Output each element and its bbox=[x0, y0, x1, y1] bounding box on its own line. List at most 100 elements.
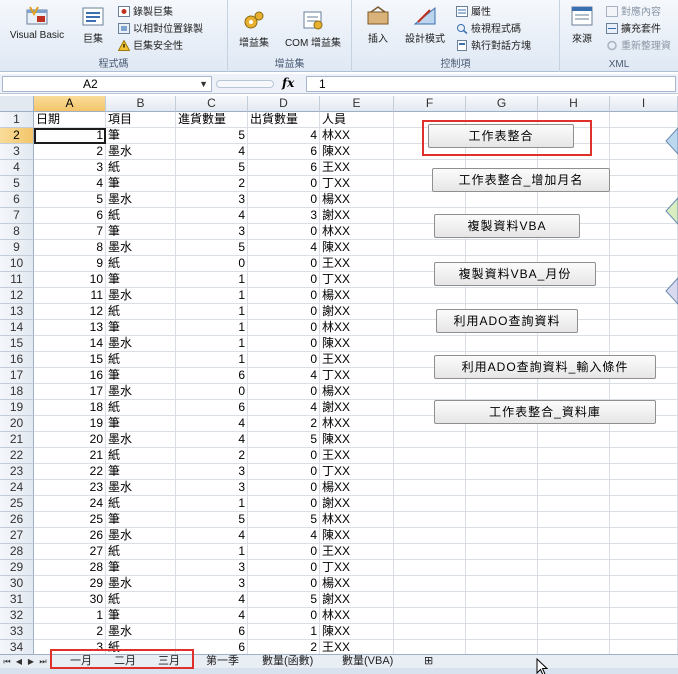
table-cell[interactable]: 0 bbox=[248, 176, 320, 192]
table-cell[interactable] bbox=[610, 544, 678, 560]
table-cell[interactable] bbox=[538, 624, 610, 640]
table-cell[interactable] bbox=[538, 448, 610, 464]
table-cell[interactable] bbox=[610, 432, 678, 448]
last-sheet-icon[interactable]: ⏭ bbox=[38, 655, 48, 668]
table-cell[interactable]: 17 bbox=[34, 384, 106, 400]
table-cell[interactable] bbox=[610, 592, 678, 608]
row-header[interactable]: 29 bbox=[0, 560, 34, 576]
table-cell[interactable]: 筆 bbox=[106, 464, 176, 480]
table-cell[interactable] bbox=[394, 432, 466, 448]
table-cell[interactable]: 王XX bbox=[320, 352, 394, 368]
sheet-tab[interactable]: 數量(函數) bbox=[258, 655, 317, 668]
table-cell[interactable]: 3 bbox=[176, 464, 248, 480]
table-cell[interactable] bbox=[394, 560, 466, 576]
table-cell[interactable] bbox=[538, 288, 610, 304]
row-header[interactable]: 10 bbox=[0, 256, 34, 272]
column-header-b[interactable]: B bbox=[106, 96, 176, 112]
table-cell[interactable]: 6 bbox=[176, 624, 248, 640]
table-cell[interactable] bbox=[538, 464, 610, 480]
relative-refs-button[interactable]: 以相對位置錄製 bbox=[118, 23, 203, 37]
table-cell[interactable] bbox=[610, 320, 678, 336]
table-cell[interactable]: 3 bbox=[176, 576, 248, 592]
table-cell[interactable]: 2 bbox=[176, 176, 248, 192]
table-cell[interactable] bbox=[466, 480, 538, 496]
table-cell[interactable] bbox=[538, 384, 610, 400]
name-box[interactable]: A2 ▼ bbox=[2, 76, 212, 92]
table-cell[interactable]: 丁XX bbox=[320, 272, 394, 288]
column-header-d[interactable]: D bbox=[248, 96, 320, 112]
flowchart-shape[interactable] bbox=[664, 196, 678, 226]
table-cell[interactable]: 4 bbox=[176, 416, 248, 432]
table-cell[interactable]: 王XX bbox=[320, 544, 394, 560]
table-cell[interactable]: 5 bbox=[248, 592, 320, 608]
table-cell[interactable]: 0 bbox=[248, 480, 320, 496]
table-cell[interactable]: 筆 bbox=[106, 512, 176, 528]
table-cell[interactable]: 7 bbox=[34, 224, 106, 240]
table-cell[interactable]: 紙 bbox=[106, 544, 176, 560]
column-header-e[interactable]: E bbox=[320, 96, 394, 112]
table-cell[interactable]: 墨水 bbox=[106, 528, 176, 544]
table-cell[interactable]: 21 bbox=[34, 448, 106, 464]
table-cell[interactable]: 楊XX bbox=[320, 288, 394, 304]
table-cell[interactable]: 23 bbox=[34, 480, 106, 496]
table-cell[interactable]: 林XX bbox=[320, 320, 394, 336]
row-header[interactable]: 6 bbox=[0, 192, 34, 208]
table-cell[interactable] bbox=[538, 496, 610, 512]
table-cell[interactable]: 1 bbox=[176, 272, 248, 288]
table-cell[interactable] bbox=[610, 560, 678, 576]
design-mode-button[interactable]: 設計模式 bbox=[400, 4, 450, 45]
table-cell[interactable]: 13 bbox=[34, 320, 106, 336]
table-cell[interactable]: 4 bbox=[34, 176, 106, 192]
table-cell[interactable]: 3 bbox=[248, 208, 320, 224]
table-cell[interactable]: 林XX bbox=[320, 128, 394, 144]
table-cell[interactable]: 1 bbox=[176, 320, 248, 336]
table-cell[interactable]: 林XX bbox=[320, 416, 394, 432]
row-header[interactable]: 30 bbox=[0, 576, 34, 592]
table-cell[interactable]: 筆 bbox=[106, 608, 176, 624]
table-cell[interactable] bbox=[394, 464, 466, 480]
table-cell[interactable]: 林XX bbox=[320, 512, 394, 528]
table-cell[interactable] bbox=[466, 288, 538, 304]
table-cell[interactable]: 謝XX bbox=[320, 304, 394, 320]
table-cell[interactable]: 5 bbox=[176, 512, 248, 528]
table-header-cell[interactable]: 項目 bbox=[106, 112, 176, 128]
flowchart-shape[interactable] bbox=[664, 126, 678, 156]
table-cell[interactable]: 2 bbox=[34, 624, 106, 640]
table-cell[interactable]: 3 bbox=[176, 192, 248, 208]
table-cell[interactable] bbox=[610, 624, 678, 640]
table-cell[interactable] bbox=[394, 608, 466, 624]
table-cell[interactable] bbox=[394, 576, 466, 592]
row-header[interactable]: 12 bbox=[0, 288, 34, 304]
table-header-cell[interactable]: 日期 bbox=[34, 112, 106, 128]
row-header[interactable]: 4 bbox=[0, 160, 34, 176]
table-cell[interactable]: 楊XX bbox=[320, 576, 394, 592]
table-cell[interactable] bbox=[610, 496, 678, 512]
table-cell[interactable]: 陳XX bbox=[320, 240, 394, 256]
table-cell[interactable]: 1 bbox=[176, 288, 248, 304]
visual-basic-button[interactable]: Visual Basic bbox=[4, 4, 70, 41]
table-cell[interactable]: 2 bbox=[176, 448, 248, 464]
table-cell[interactable] bbox=[394, 624, 466, 640]
table-cell[interactable]: 1 bbox=[176, 544, 248, 560]
table-cell[interactable]: 0 bbox=[248, 384, 320, 400]
column-header-g[interactable]: G bbox=[466, 96, 538, 112]
row-header[interactable]: 23 bbox=[0, 464, 34, 480]
table-cell[interactable]: 紙 bbox=[106, 448, 176, 464]
table-cell[interactable] bbox=[610, 256, 678, 272]
table-cell[interactable] bbox=[466, 336, 538, 352]
table-cell[interactable]: 6 bbox=[248, 160, 320, 176]
table-cell[interactable]: 0 bbox=[248, 608, 320, 624]
table-cell[interactable]: 27 bbox=[34, 544, 106, 560]
view-code-button[interactable]: 檢視程式碼 bbox=[456, 23, 521, 37]
table-cell[interactable] bbox=[394, 592, 466, 608]
select-all-corner[interactable] bbox=[0, 96, 34, 112]
table-cell[interactable]: 陳XX bbox=[320, 336, 394, 352]
table-cell[interactable]: 1 bbox=[176, 496, 248, 512]
table-cell[interactable] bbox=[394, 528, 466, 544]
table-cell[interactable]: 紙 bbox=[106, 496, 176, 512]
table-cell[interactable]: 紙 bbox=[106, 208, 176, 224]
table-cell[interactable]: 5 bbox=[248, 432, 320, 448]
table-cell[interactable]: 0 bbox=[248, 336, 320, 352]
table-cell[interactable]: 4 bbox=[248, 128, 320, 144]
table-cell[interactable]: 3 bbox=[176, 560, 248, 576]
